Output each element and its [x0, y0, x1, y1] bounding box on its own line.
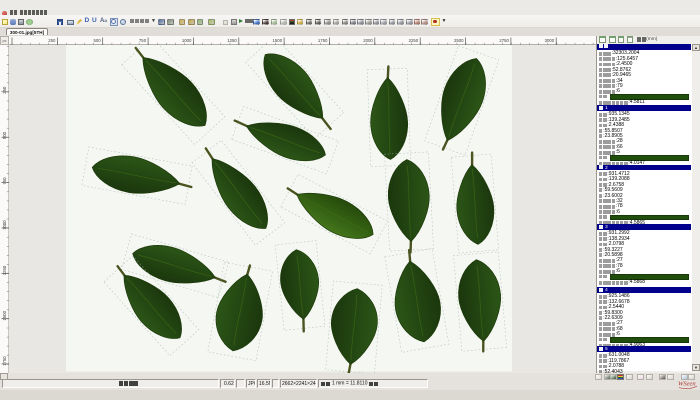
svg-text:250: 250: [48, 37, 56, 42]
svg-text:1500: 1500: [273, 37, 283, 42]
svg-text:2000: 2000: [363, 37, 373, 42]
svg-text:1250: 1250: [227, 37, 237, 42]
svg-text:WSeen: WSeen: [678, 381, 696, 388]
svg-text:1750: 1750: [318, 37, 328, 42]
svg-text:250: 250: [2, 86, 7, 94]
svg-text:1750: 1750: [2, 355, 7, 365]
svg-text:750: 750: [2, 176, 7, 184]
svg-text:2250: 2250: [409, 37, 419, 42]
svg-text:1250: 1250: [2, 265, 7, 275]
svg-text:1500: 1500: [2, 310, 7, 320]
svg-text:2500: 2500: [454, 37, 464, 42]
svg-text:1000: 1000: [2, 219, 7, 229]
svg-text:500: 500: [94, 37, 102, 42]
svg-text:3000: 3000: [545, 37, 555, 42]
svg-text:750: 750: [139, 37, 147, 42]
svg-text:500: 500: [2, 131, 7, 139]
svg-text:2750: 2750: [499, 37, 509, 42]
svg-text:1000: 1000: [182, 37, 192, 42]
